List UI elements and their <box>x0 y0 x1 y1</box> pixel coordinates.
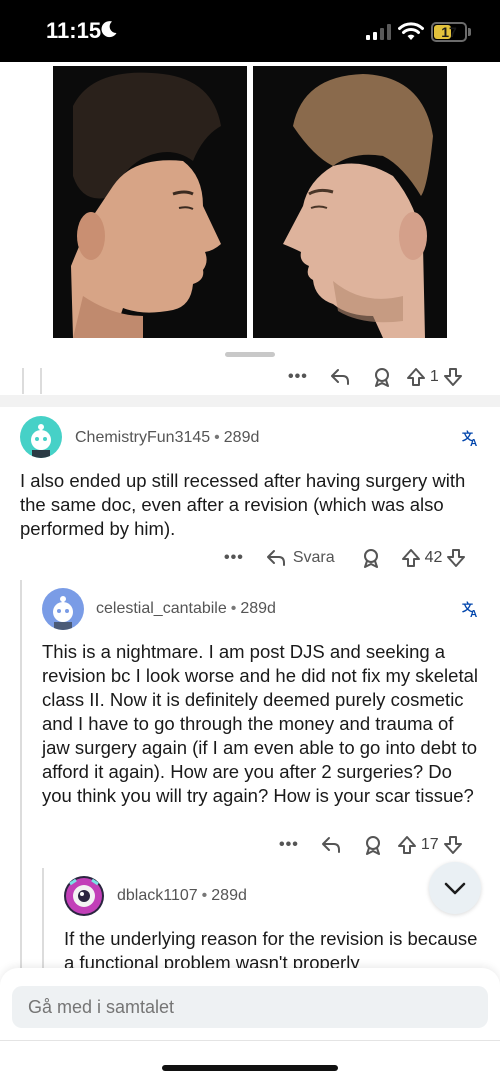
award-icon <box>363 549 378 568</box>
wifi-icon <box>398 22 424 40</box>
upvote-button[interactable] <box>406 367 426 387</box>
comment-actions: ••• 1 <box>288 362 463 392</box>
award-button[interactable] <box>372 367 392 387</box>
downvote-icon <box>447 549 466 567</box>
upvote-button[interactable] <box>397 835 417 855</box>
more-options-icon[interactable]: ••• <box>224 550 244 566</box>
avatar[interactable] <box>42 588 84 630</box>
reply-button[interactable] <box>321 836 341 854</box>
award-button[interactable] <box>363 835 383 855</box>
vote-count: 42 <box>424 549 443 566</box>
home-indicator[interactable] <box>162 1065 338 1071</box>
moon-icon <box>101 21 117 38</box>
award-icon <box>365 836 380 855</box>
comment-author[interactable]: dblack1107 • 289d <box>117 887 247 905</box>
award-icon <box>374 368 389 387</box>
battery-level: 17 <box>441 24 457 40</box>
signal-icon <box>366 24 391 40</box>
comment-body: I also ended up still recessed after hav… <box>20 470 466 539</box>
translate-icon[interactable]: 文A <box>462 600 480 618</box>
comment-age: 289d <box>240 600 276 617</box>
thread-line <box>42 868 44 968</box>
award-button[interactable] <box>361 548 381 568</box>
upvote-icon <box>406 368 425 386</box>
section-divider <box>0 395 500 407</box>
downvote-icon <box>443 836 462 854</box>
downvote-button[interactable] <box>443 835 463 855</box>
translate-icon[interactable]: 文A <box>462 429 480 447</box>
sheet-drag-handle[interactable] <box>225 352 275 357</box>
downvote-button[interactable] <box>446 548 466 568</box>
reply-label: Svara <box>292 549 335 566</box>
comment-actions: ••• 17 <box>279 830 463 860</box>
reply-button[interactable]: Svara <box>266 549 335 567</box>
join-conversation-input[interactable] <box>12 986 488 1028</box>
downvote-icon <box>443 368 462 386</box>
reply-button[interactable] <box>330 368 350 386</box>
reply-icon <box>266 550 285 566</box>
comment-author[interactable]: celestial_cantabile • 289d <box>96 600 276 618</box>
reply-icon <box>321 837 340 853</box>
thread-line <box>22 368 24 394</box>
thread-line <box>20 580 22 970</box>
more-options-icon[interactable]: ••• <box>279 837 299 853</box>
post-image[interactable] <box>0 62 500 362</box>
svg-text:A: A <box>470 609 477 618</box>
downvote-button[interactable] <box>443 367 463 387</box>
avatar[interactable] <box>20 416 62 458</box>
comment-body: This is a nightmare. I am post DJS and s… <box>42 641 478 806</box>
chevron-down-icon <box>444 882 466 895</box>
before-photo <box>53 66 247 338</box>
avatar[interactable] <box>64 876 104 916</box>
more-options-icon[interactable]: ••• <box>288 369 308 385</box>
clock: 11:15 <box>46 18 102 43</box>
upvote-button[interactable] <box>401 548 421 568</box>
vote-count: 17 <box>420 836 439 853</box>
upvote-icon <box>397 836 416 854</box>
comment-age: 289d <box>211 887 247 904</box>
status-bar: 11:15 17 <box>0 0 500 62</box>
battery-icon: 17 <box>431 22 467 42</box>
comment-actions: ••• Svara 42 <box>224 543 466 573</box>
svg-text:A: A <box>470 438 477 447</box>
scroll-down-button[interactable] <box>429 862 481 914</box>
comment-author[interactable]: ChemistryFun3145 • 289d <box>75 429 259 447</box>
after-photo <box>253 66 447 338</box>
vote-count: 1 <box>429 368 439 385</box>
thread-line <box>40 368 42 394</box>
comment-age: 289d <box>223 429 260 446</box>
reply-icon <box>330 369 349 385</box>
upvote-icon <box>401 549 420 567</box>
